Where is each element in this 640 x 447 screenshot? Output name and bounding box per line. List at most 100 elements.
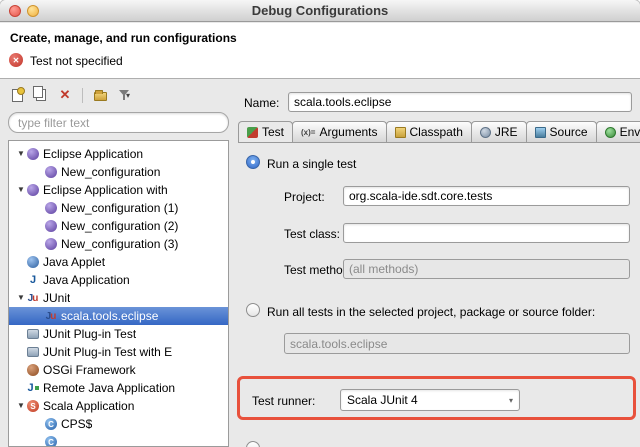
java-applet-icon bbox=[27, 256, 39, 268]
tree-item-junit-plugin-test[interactable]: JUnit Plug-in Test bbox=[9, 325, 228, 343]
tree-item-new-configuration[interactable]: New_configuration bbox=[9, 163, 228, 181]
disclosure-triangle-icon[interactable]: ▼ bbox=[15, 289, 27, 307]
minimize-button[interactable] bbox=[27, 5, 39, 17]
tree-item-label: scala.tools.eclipse bbox=[61, 309, 158, 323]
tree-item-label: JUnit Plug-in Test with E bbox=[43, 345, 172, 359]
tab-bar: Test (x)=Arguments Classpath JRE Source … bbox=[238, 120, 640, 143]
configuration-tree: ▼Eclipse Application New_configuration ▼… bbox=[8, 140, 229, 447]
toolbar-separator bbox=[82, 88, 83, 103]
tree-item-remote-java-application[interactable]: Remote Java Application bbox=[9, 379, 228, 397]
tab-label: JRE bbox=[495, 125, 518, 139]
test-runner-label: Test runner: bbox=[252, 394, 315, 408]
jre-tab-icon bbox=[480, 127, 491, 138]
collapse-all-icon bbox=[94, 92, 107, 101]
junit-icon bbox=[45, 310, 57, 322]
junit-icon bbox=[27, 292, 39, 304]
tree-item-scala-tools-eclipse[interactable]: scala.tools.eclipse bbox=[9, 307, 228, 325]
test-tab-icon bbox=[247, 127, 258, 138]
project-label: Project: bbox=[284, 190, 325, 204]
arguments-tab-icon: (x)= bbox=[301, 128, 315, 137]
debug-configurations-dialog: Debug Configurations Create, manage, and… bbox=[0, 0, 640, 447]
header-banner: Create, manage, and run configurations T… bbox=[0, 23, 640, 79]
close-button[interactable] bbox=[9, 5, 21, 17]
tree-item-junit[interactable]: ▼ JUnit bbox=[9, 289, 228, 307]
tab-label: Source bbox=[550, 125, 588, 139]
tree-item-label: Scala Application bbox=[43, 399, 134, 413]
scala-class-icon bbox=[45, 436, 57, 447]
test-runner-combo[interactable]: Scala JUnit 4 ▾ bbox=[340, 389, 520, 411]
tree-item-partial[interactable] bbox=[9, 433, 228, 447]
tree-item-new-configuration-3[interactable]: New_configuration (3) bbox=[9, 235, 228, 253]
run-single-test-radio[interactable] bbox=[246, 155, 260, 169]
tree-item-junit-plugin-test-with-e[interactable]: JUnit Plug-in Test with E bbox=[9, 343, 228, 361]
java-application-icon bbox=[27, 274, 39, 286]
tree-item-label: JUnit bbox=[43, 291, 70, 305]
window-title: Debug Configurations bbox=[252, 3, 389, 18]
tab-source[interactable]: Source bbox=[526, 121, 597, 142]
test-method-input bbox=[343, 259, 630, 279]
tree-item-label: Java Application bbox=[43, 273, 130, 287]
tab-label: Arguments bbox=[319, 125, 377, 139]
environment-tab-icon bbox=[605, 127, 616, 138]
tab-test[interactable]: Test bbox=[238, 121, 293, 142]
tab-label: Envi bbox=[620, 125, 640, 139]
tree-item-new-configuration-1[interactable]: New_configuration (1) bbox=[9, 199, 228, 217]
tree-item-scala-application[interactable]: ▼ Scala Application bbox=[9, 397, 228, 415]
tree-item-label: New_configuration (1) bbox=[61, 201, 178, 215]
tab-classpath[interactable]: Classpath bbox=[386, 121, 472, 142]
tree-item-label: Remote Java Application bbox=[43, 381, 175, 395]
run-single-test-label: Run a single test bbox=[267, 157, 356, 171]
remote-java-icon bbox=[27, 382, 39, 394]
project-input[interactable] bbox=[343, 186, 630, 206]
eclipse-application-icon bbox=[27, 184, 39, 196]
configurations-toolbar: ✕ ▾ bbox=[8, 86, 133, 104]
tree-item-label: New_configuration (3) bbox=[61, 237, 178, 251]
test-class-input[interactable] bbox=[343, 223, 630, 243]
scala-application-icon bbox=[27, 400, 39, 412]
duplicate-icon bbox=[33, 86, 43, 98]
osgi-icon bbox=[27, 364, 39, 376]
junit-plugin-icon bbox=[27, 329, 39, 339]
source-tab-icon bbox=[535, 127, 546, 138]
filter-icon bbox=[118, 89, 130, 101]
junit-plugin-icon bbox=[27, 347, 39, 357]
all-tests-source-input bbox=[284, 333, 630, 354]
tree-item-label: JUnit Plug-in Test bbox=[43, 327, 136, 341]
tree-item-java-application[interactable]: Java Application bbox=[9, 271, 228, 289]
run-all-tests-radio[interactable] bbox=[246, 303, 260, 317]
run-all-tests-label: Run all tests in the selected project, p… bbox=[267, 305, 595, 319]
disclosure-triangle-icon[interactable]: ▼ bbox=[15, 397, 27, 415]
disclosure-triangle-icon[interactable]: ▼ bbox=[15, 181, 27, 199]
collapse-all-button[interactable] bbox=[91, 86, 109, 104]
tree-item-eclipse-application[interactable]: ▼Eclipse Application bbox=[9, 145, 228, 163]
tree-item-osgi-framework[interactable]: OSGi Framework bbox=[9, 361, 228, 379]
tree-item-eclipse-application-with[interactable]: ▼ Eclipse Application with bbox=[9, 181, 228, 199]
delete-icon: ✕ bbox=[60, 87, 71, 103]
duplicate-configuration-button[interactable] bbox=[32, 86, 50, 104]
partial-radio[interactable] bbox=[246, 441, 260, 447]
eclipse-application-icon bbox=[27, 148, 39, 160]
tree-item-label: CPS$ bbox=[61, 417, 92, 431]
delete-configuration-button[interactable]: ✕ bbox=[56, 86, 74, 104]
tab-jre[interactable]: JRE bbox=[471, 121, 527, 142]
tree-filter-input[interactable] bbox=[8, 112, 229, 133]
filter-options-button[interactable]: ▾ bbox=[115, 86, 133, 104]
eclipse-application-icon bbox=[45, 220, 57, 232]
error-message: Test not specified bbox=[30, 54, 123, 68]
new-configuration-button[interactable] bbox=[8, 86, 26, 104]
tree-item-cps[interactable]: CPS$ bbox=[9, 415, 228, 433]
tree-item-java-applet[interactable]: Java Applet bbox=[9, 253, 228, 271]
tab-environment[interactable]: Envi bbox=[596, 121, 640, 142]
tree-item-label: Eclipse Application with bbox=[43, 183, 168, 197]
eclipse-application-icon bbox=[45, 238, 57, 250]
name-input[interactable] bbox=[288, 92, 632, 112]
eclipse-application-icon bbox=[45, 202, 57, 214]
title-bar[interactable]: Debug Configurations bbox=[0, 0, 640, 22]
tree-item-new-configuration-2[interactable]: New_configuration (2) bbox=[9, 217, 228, 235]
tab-arguments[interactable]: (x)= Arguments bbox=[292, 121, 386, 142]
error-icon bbox=[9, 53, 23, 67]
disclosure-triangle-icon[interactable]: ▼ bbox=[15, 145, 27, 163]
tab-label: Test bbox=[262, 125, 284, 139]
tree-item-label: OSGi Framework bbox=[43, 363, 136, 377]
tab-label: Classpath bbox=[410, 125, 463, 139]
